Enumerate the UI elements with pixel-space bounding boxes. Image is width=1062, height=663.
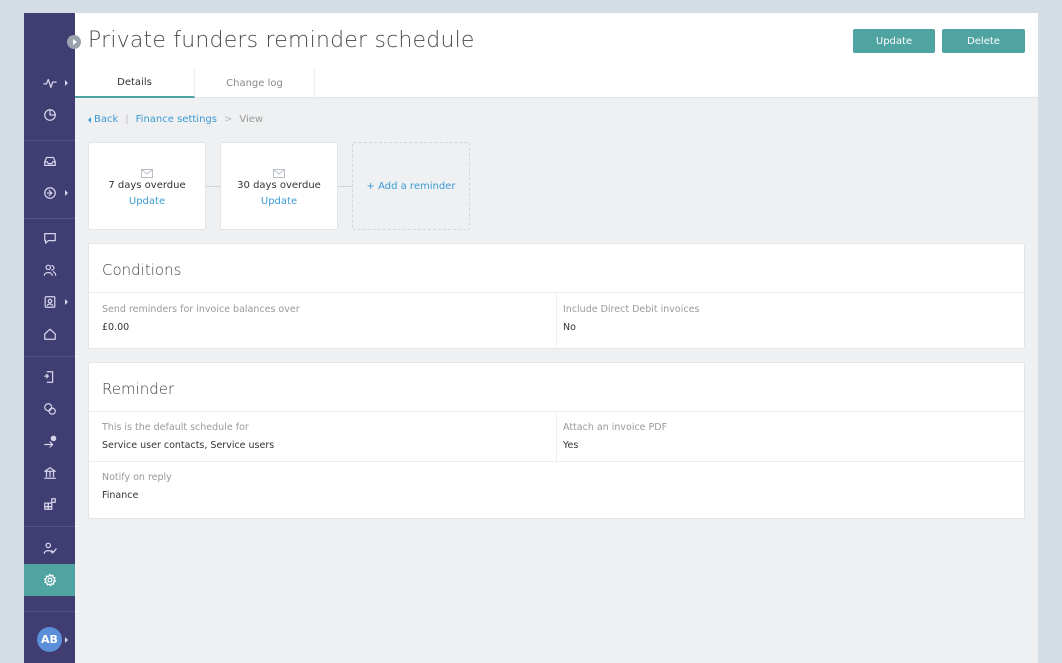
contact-card-icon[interactable] <box>24 287 75 317</box>
field-value: Yes <box>563 440 579 451</box>
reminder-label: 7 days overdue <box>108 180 186 191</box>
reminder-label: 30 days overdue <box>237 180 321 191</box>
reminder-update-link[interactable]: Update <box>261 196 297 207</box>
send-alert-icon[interactable] <box>24 426 75 456</box>
caret-right-icon <box>65 637 68 643</box>
conditions-panel: Conditions Send reminders for invoice ba… <box>88 243 1025 350</box>
reminder-connector <box>206 186 220 187</box>
attach-pdf-field: Attach an invoice PDF Yes <box>550 412 1024 462</box>
reminder-row: Notify on reply Finance <box>89 461 1024 518</box>
bank-icon[interactable] <box>24 458 75 488</box>
tab-change-log[interactable]: Change log <box>195 69 315 98</box>
apps-icon[interactable] <box>24 489 75 519</box>
people-icon[interactable] <box>24 255 75 285</box>
home-icon[interactable] <box>24 319 75 349</box>
field-value: Finance <box>102 490 139 501</box>
field-label: Notify on reply <box>102 472 172 483</box>
delete-button[interactable]: Delete <box>942 29 1025 53</box>
notify-on-reply-field: Notify on reply Finance <box>89 462 556 519</box>
direct-debit-field: Include Direct Debit invoices No <box>550 293 1024 350</box>
breadcrumb-divider: | <box>125 114 129 125</box>
tab-bar: Details Change log <box>75 69 315 98</box>
reminder-row: This is the default schedule for Service… <box>89 411 1024 462</box>
field-label: Include Direct Debit invoices <box>563 304 700 315</box>
sidebar-divider <box>24 611 75 612</box>
breadcrumb-arrow: > <box>223 114 233 125</box>
reminder-update-link[interactable]: Update <box>129 196 165 207</box>
field-value: £0.00 <box>102 322 130 333</box>
reminder-title: Reminder <box>102 380 175 398</box>
reminder-card[interactable]: 7 days overdue Update <box>88 142 206 230</box>
field-label: This is the default schedule for <box>102 422 249 433</box>
default-schedule-field: This is the default schedule for Service… <box>89 412 556 462</box>
sidebar-divider <box>24 356 75 357</box>
app-window: AB Private funders reminder schedule Upd… <box>24 13 1038 663</box>
inbox-icon[interactable] <box>24 146 75 176</box>
document-export-icon[interactable] <box>24 362 75 392</box>
arrow-circle-icon[interactable] <box>24 178 75 208</box>
add-reminder-button[interactable]: + Add a reminder <box>352 142 470 230</box>
breadcrumb-current: View <box>239 114 264 125</box>
sidebar-divider <box>24 526 75 527</box>
page-header: Private funders reminder schedule Update… <box>75 13 1038 98</box>
reminder-card[interactable]: 30 days overdue Update <box>220 142 338 230</box>
coins-icon[interactable] <box>24 394 75 424</box>
conditions-title: Conditions <box>102 261 182 279</box>
breadcrumb-finance-settings[interactable]: Finance settings <box>136 114 217 125</box>
settings-icon[interactable] <box>24 564 75 596</box>
field-value: Service user contacts, Service users <box>102 440 275 451</box>
sidebar: AB <box>24 13 75 663</box>
reminder-connector <box>338 186 352 187</box>
user-avatar[interactable]: AB <box>37 627 62 652</box>
sidebar-divider <box>24 218 75 219</box>
page-title: Private funders reminder schedule <box>88 28 475 53</box>
back-caret-icon <box>88 116 91 123</box>
user-check-icon[interactable] <box>24 533 75 563</box>
field-label: Attach an invoice PDF <box>563 422 668 433</box>
envelope-icon <box>273 163 285 178</box>
update-button[interactable]: Update <box>853 29 935 53</box>
breadcrumb: Back | Finance settings > View <box>88 114 263 125</box>
tab-details[interactable]: Details <box>75 69 195 98</box>
avatar-initials: AB <box>41 633 58 646</box>
envelope-icon <box>141 163 153 178</box>
activity-icon[interactable] <box>24 68 75 98</box>
field-value: No <box>563 322 576 333</box>
chat-icon[interactable] <box>24 223 75 253</box>
sidebar-divider <box>24 140 75 141</box>
reminder-panel: Reminder This is the default schedule fo… <box>88 362 1025 519</box>
field-label: Send reminders for invoice balances over <box>102 304 300 315</box>
conditions-row: Send reminders for invoice balances over… <box>89 292 1024 350</box>
clock-icon[interactable] <box>24 100 75 130</box>
balance-threshold-field: Send reminders for invoice balances over… <box>89 293 556 350</box>
collapse-sidebar-icon[interactable] <box>67 35 81 49</box>
back-link[interactable]: Back <box>94 114 118 125</box>
